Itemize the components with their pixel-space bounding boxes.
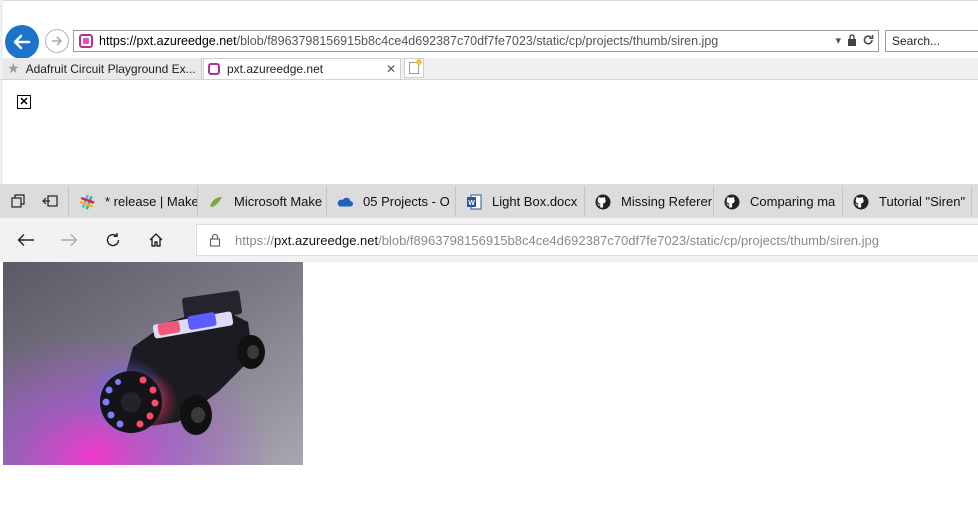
refresh-icon — [106, 233, 120, 247]
dropdown-icon[interactable]: ▾ — [835, 34, 841, 47]
ie-tab-pxt[interactable]: pxt.azureedge.net ✕ — [203, 58, 401, 79]
edge-refresh-button[interactable] — [91, 218, 135, 262]
edge-tab-label: * release | Make — [105, 194, 197, 209]
edge-window: * release | Make Microsoft Make 05 Proje… — [0, 184, 978, 530]
edge-tab-label: Microsoft Make — [234, 194, 323, 209]
arrow-left-icon — [17, 234, 34, 246]
edge-tab-light-box[interactable]: W Light Box.docx — [455, 186, 584, 217]
edge-tab-missing-referer[interactable]: Missing Referer — [584, 186, 713, 217]
edge-tab-projects[interactable]: 05 Projects - O — [326, 186, 455, 217]
lock-icon[interactable] — [847, 34, 857, 46]
edge-tab-label: Comparing ma — [750, 194, 836, 209]
ie-address-tools: ▾ — [835, 34, 874, 47]
window-top-border — [0, 0, 978, 1]
edge-tab-comparing[interactable]: Comparing ma — [713, 186, 842, 217]
edge-address-bar[interactable]: https://pxt.azureedge.net/blob/f89637981… — [196, 224, 978, 256]
edge-page-content — [0, 262, 978, 530]
ie-address-bar[interactable]: https://pxt.azureedge.net/blob/f89637981… — [73, 30, 879, 52]
close-icon[interactable]: ✕ — [386, 62, 396, 76]
ie-url-text: https://pxt.azureedge.net/blob/f89637981… — [99, 34, 719, 48]
edge-forward-button[interactable] — [47, 218, 91, 262]
edge-url-text: https://pxt.azureedge.net/blob/f89637981… — [235, 233, 879, 248]
ie-search-input[interactable] — [886, 31, 978, 51]
refresh-icon[interactable] — [863, 34, 874, 46]
broken-image-icon: ✕ — [17, 95, 31, 109]
pxt-tab-icon — [208, 63, 220, 75]
tab-manager-button[interactable] — [2, 184, 34, 218]
ie-tab-strip: ★ Adafruit Circuit Playground Ex... pxt.… — [0, 58, 978, 80]
arrow-right-icon — [61, 234, 78, 246]
home-icon — [149, 233, 163, 247]
edge-tab-label: 05 Projects - O — [363, 194, 450, 209]
edge-nav-bar: https://pxt.azureedge.net/blob/f89637981… — [0, 218, 978, 262]
lock-icon[interactable] — [209, 233, 221, 247]
word-icon: W — [466, 194, 482, 210]
arrow-right-icon — [52, 36, 63, 46]
arrow-left-icon — [13, 34, 31, 50]
new-tab-icon — [409, 59, 422, 74]
edge-back-button[interactable] — [4, 218, 48, 262]
favorite-star-icon: ★ — [7, 60, 20, 76]
set-aside-icon — [42, 195, 58, 207]
edge-home-button[interactable] — [134, 218, 178, 262]
edge-tab-microsoft-make[interactable]: Microsoft Make — [197, 186, 326, 217]
ie-forward-button[interactable] — [45, 29, 69, 53]
ie-tab-adafruit[interactable]: ★ Adafruit Circuit Playground Ex... — [3, 58, 202, 79]
onedrive-icon — [337, 194, 353, 210]
svg-text:W: W — [468, 200, 475, 207]
slack-icon — [79, 194, 95, 210]
github-icon — [853, 194, 869, 210]
edge-tab-release[interactable]: * release | Make — [68, 186, 197, 217]
ie-tab-label: Adafruit Circuit Playground Ex... — [25, 61, 196, 76]
pxt-site-icon — [79, 34, 93, 48]
edge-tab-strip: * release | Make Microsoft Make 05 Proje… — [0, 184, 978, 218]
ie-back-button[interactable] — [5, 25, 39, 59]
window-left-border — [0, 0, 3, 186]
ie-search-box[interactable] — [885, 30, 978, 52]
makecode-icon — [208, 194, 224, 210]
github-icon — [724, 194, 740, 210]
edge-tab-label: Tutorial "Siren" — [879, 194, 966, 209]
edge-tab-label: Light Box.docx — [492, 194, 578, 209]
github-icon — [595, 194, 611, 210]
siren-photo — [3, 262, 303, 465]
edge-tab-label: Missing Referer — [621, 194, 713, 209]
new-tab-button[interactable] — [404, 58, 424, 78]
ie-tab-label: pxt.azureedge.net — [227, 62, 324, 76]
set-aside-tabs-button[interactable] — [34, 184, 66, 218]
edge-tab-tutorial-siren[interactable]: Tutorial "Siren" — [842, 186, 972, 217]
tab-stack-icon — [11, 194, 25, 208]
